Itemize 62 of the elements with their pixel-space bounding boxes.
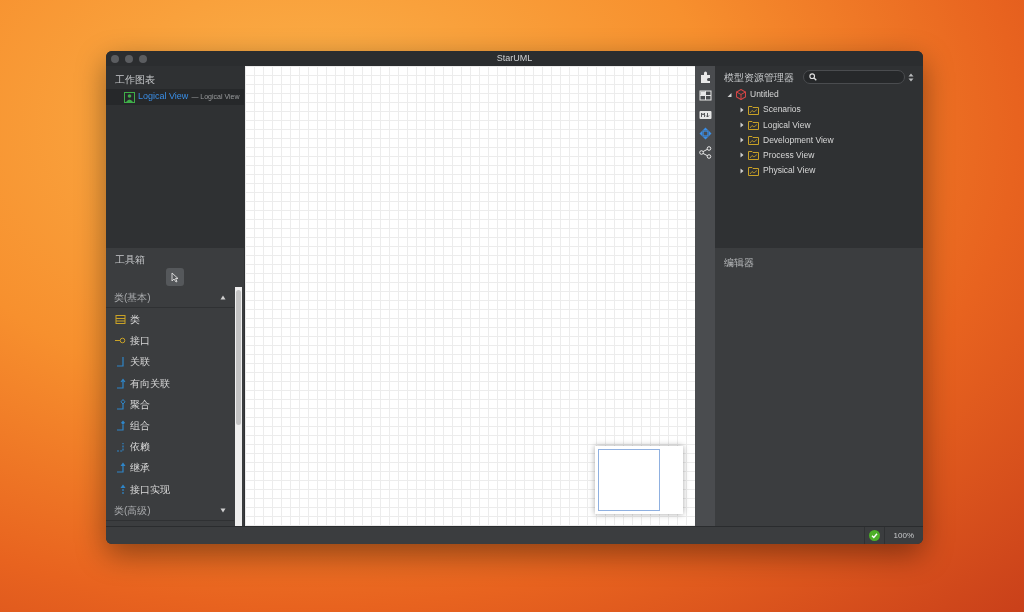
triangle-arrow-icon (115, 462, 126, 474)
toolbox-item[interactable]: 接口实现 (106, 478, 234, 500)
check-circle-icon (868, 530, 880, 541)
toolbox-item[interactable]: 组合 (106, 414, 234, 437)
move-icon (698, 126, 712, 141)
expanded-arrow-icon (727, 91, 732, 98)
toolbox-item[interactable]: 接口 (106, 330, 234, 352)
tree-item[interactable]: Scenarios (715, 102, 923, 118)
search-field[interactable] (803, 70, 905, 84)
panel-title: 模型资源管理器 (724, 70, 794, 85)
toolbox-item[interactable]: 聚合 (106, 393, 234, 415)
toolbox-item[interactable]: 类 (106, 309, 234, 331)
cursor-icon (170, 271, 180, 283)
share-icon (698, 145, 712, 160)
puzzle-icon (698, 69, 712, 84)
sort-icon[interactable] (908, 72, 914, 82)
toolbox-item[interactable]: 关联 (106, 351, 234, 373)
cube-icon (736, 89, 746, 101)
toolbox-item[interactable]: 有向关联 (106, 372, 234, 394)
collapsed-arrow-icon (739, 137, 744, 144)
folder-icon (748, 135, 759, 146)
side-tool-button[interactable] (697, 145, 713, 160)
panel-title: 工作图表 (114, 73, 156, 87)
tree-item[interactable]: Development View (715, 132, 923, 148)
window-title: StarUML (496, 51, 533, 65)
tree-item[interactable]: Untitled (715, 87, 923, 103)
toolbox-group-header[interactable]: 类(高级) (106, 500, 234, 521)
toolbox-item[interactable]: 继承 (106, 457, 234, 479)
collapsed-arrow-icon (739, 106, 744, 113)
toolbox-group-header[interactable]: 类(基本) (106, 288, 234, 308)
zoom-level[interactable]: 100% (893, 529, 914, 542)
filled-diamond-line-icon (115, 420, 126, 432)
side-tool-button[interactable] (697, 88, 713, 103)
scrollbar-thumb[interactable] (236, 290, 241, 425)
line-icon (115, 356, 126, 368)
diamond-line-icon (115, 398, 126, 410)
minimap-viewport[interactable] (598, 449, 660, 511)
window-close-button[interactable] (111, 55, 119, 63)
window-maximize-button[interactable] (139, 55, 147, 63)
panel-title: 编辑器 (723, 256, 755, 270)
layout-icon (698, 88, 712, 103)
tree-item[interactable]: Physical View (715, 162, 923, 179)
diagram-icon (124, 91, 135, 103)
class-icon (115, 314, 126, 326)
pointer-tool-button[interactable] (166, 268, 184, 286)
panel-title: 工具箱 (114, 254, 146, 266)
window-minimize-button[interactable] (125, 55, 133, 63)
folder-icon (748, 150, 759, 161)
collapsed-arrow-icon (739, 167, 744, 174)
collapsed-arrow-icon (739, 121, 744, 128)
arrow-line-icon (115, 377, 126, 389)
folder-icon (748, 104, 759, 115)
tree-item[interactable]: Process View (715, 147, 923, 163)
folder-icon (748, 165, 759, 176)
collapse-icon (220, 295, 226, 300)
folder-icon (748, 119, 759, 130)
expand-icon (220, 507, 226, 513)
dashed-line-icon (115, 441, 126, 453)
tree-item[interactable]: Logical View (715, 117, 923, 133)
collapsed-arrow-icon (739, 152, 744, 159)
search-icon (809, 73, 817, 81)
toolbox-item[interactable]: 依赖 (106, 436, 234, 458)
